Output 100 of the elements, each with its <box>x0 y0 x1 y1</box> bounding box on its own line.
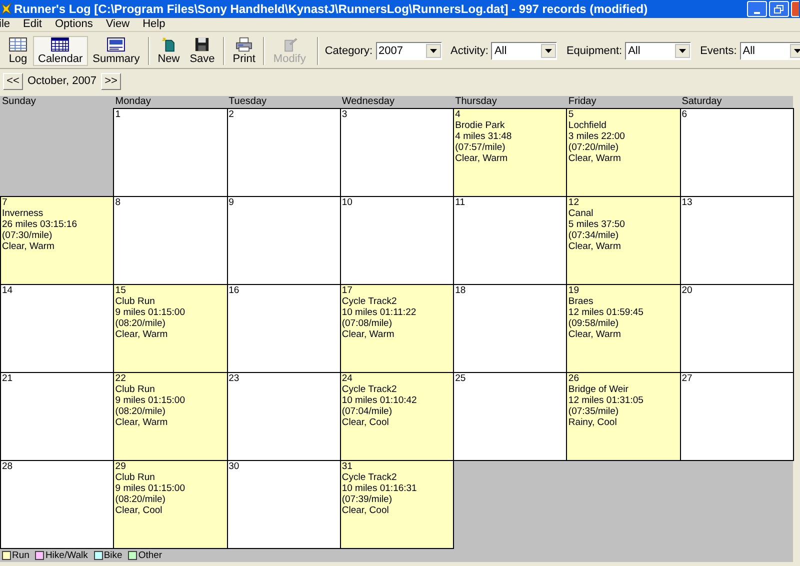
day-number: 8 <box>115 197 122 208</box>
day-cell[interactable]: 27 <box>680 372 794 461</box>
workout-detail: Bridge of Weir <box>568 384 630 395</box>
workout-detail: (07:04/mile) <box>342 406 394 417</box>
filter-dropdown[interactable]: 2007 <box>376 42 442 60</box>
printer-icon <box>234 37 254 52</box>
day-number: 14 <box>2 285 14 296</box>
day-cell[interactable]: 16 <box>226 284 341 373</box>
workout-detail: 10 miles 01:16:31 <box>342 483 418 494</box>
day-number: 22 <box>115 373 127 384</box>
day-cell[interactable]: 31 Cycle Track2 10 miles 01:16:31 (07:39/mile) Clear, Cool <box>340 460 454 549</box>
day-cell[interactable]: 22 Club Run 9 miles 01:15:00 (08:20/mile) Clear, Warm <box>113 372 228 461</box>
menu-item[interactable]: Options <box>54 19 93 30</box>
previous-month-button[interactable]: << <box>3 72 23 90</box>
day-number: 19 <box>568 285 580 296</box>
menu-item[interactable]: ile <box>0 19 10 30</box>
filter-dropdown[interactable]: All <box>740 42 800 60</box>
day-cell[interactable]: 4 Brodie Park 4 miles 31:48 (07:57/mile) Clear, Warm <box>453 108 568 197</box>
day-cell[interactable]: 19 Braes 12 miles 01:59:45 (09:58/mile) Clear, Warm <box>566 284 681 373</box>
day-cell[interactable]: 26 Bridge of Weir 12 miles 01:31:05 (07:35/mile) Rainy, Cool <box>566 372 681 461</box>
minimize-button[interactable] <box>747 1 767 17</box>
day-cell[interactable]: 25 <box>453 372 568 461</box>
workout-detail: Clear, Warm <box>568 153 622 164</box>
day-cell[interactable]: 30 <box>226 460 341 549</box>
day-number: 1 <box>115 109 122 120</box>
workout-detail: (08:20/mile) <box>115 318 166 329</box>
day-cell[interactable]: 10 <box>340 196 454 285</box>
workout-detail: Club Run <box>115 472 156 483</box>
day-cell[interactable]: 7 Inverness 26 miles 03:15:16 (07:30/mile) Clear, Warm <box>0 196 114 285</box>
day-cell[interactable]: 23 <box>226 372 341 461</box>
workout-detail: 5 miles 37:50 <box>568 219 626 230</box>
day-cell[interactable]: 21 <box>0 372 114 461</box>
workout-detail: (08:20/mile) <box>115 406 166 417</box>
workout-detail: Clear, Warm <box>568 241 622 252</box>
workout-detail: 9 miles 01:15:00 <box>115 395 186 406</box>
filter-label: Equipment: <box>566 44 622 59</box>
day-number: 24 <box>342 373 354 384</box>
day-number: 29 <box>115 461 127 472</box>
day-number: 18 <box>455 285 467 296</box>
workout-detail: 9 miles 01:15:00 <box>115 483 186 494</box>
toolbar-button[interactable]: Calendar <box>33 36 88 66</box>
day-cell[interactable]: 2 <box>226 108 341 197</box>
day-cell[interactable]: 18 <box>453 284 568 373</box>
workout-detail: Clear, Warm <box>455 153 509 164</box>
workout-detail: Clear, Warm <box>568 329 622 340</box>
restore-icon <box>774 4 784 14</box>
dropdown-arrow-icon <box>545 49 552 53</box>
filter-dropdown[interactable]: All <box>625 42 692 60</box>
toolbar-button[interactable]: Log <box>3 36 33 66</box>
day-number: 6 <box>682 109 688 120</box>
day-cell[interactable]: 15 Club Run 9 miles 01:15:00 (08:20/mile) Clear, Warm <box>113 284 228 373</box>
workout-detail: 9 miles 01:15:00 <box>115 307 186 318</box>
day-number: 3 <box>342 109 348 120</box>
day-cell[interactable]: 12 Canal 5 miles 37:50 (07:34/mile) Clear, Warm <box>566 196 681 285</box>
weekday-header: Monday <box>114 96 152 108</box>
dropdown-arrow-icon <box>794 49 800 53</box>
day-cell[interactable]: 28 <box>0 460 114 549</box>
menu-item[interactable]: Edit <box>23 19 42 30</box>
day-cell[interactable]: 14 <box>0 284 114 373</box>
day-number: 13 <box>682 197 694 208</box>
workout-detail: Club Run <box>115 384 156 395</box>
window-title: Runner's Log [C:\Program Files\Sony Handheld\KynastJ\RunnersLog\RunnersLog.dat] - 997 records (modified) <box>14 3 649 15</box>
minimize-icon <box>754 12 760 14</box>
workout-detail: Cycle Track2 <box>342 472 398 483</box>
menu-item[interactable]: View <box>106 19 130 30</box>
workout-detail: Lochfield <box>568 120 608 131</box>
day-cell[interactable]: 3 <box>340 108 454 197</box>
day-cell[interactable]: 13 <box>680 196 794 285</box>
toolbar-button[interactable]: Summary <box>88 36 145 66</box>
day-number: 7 <box>2 197 8 208</box>
filter-dropdown[interactable]: All <box>491 42 558 60</box>
day-number: 28 <box>2 461 14 472</box>
weekday-header: Saturday <box>680 96 723 108</box>
day-cell[interactable]: 6 <box>680 108 794 197</box>
day-cell[interactable]: 29 Club Run 9 miles 01:15:00 (08:20/mile) Clear, Cool <box>113 460 228 549</box>
toolbar-button[interactable]: Print <box>228 36 260 66</box>
workout-detail: Clear, Warm <box>342 329 396 340</box>
restore-button[interactable] <box>769 1 789 17</box>
toolbar-button[interactable]: Save <box>184 36 220 66</box>
close-button[interactable] <box>791 1 799 17</box>
day-cell[interactable]: 8 <box>113 196 228 285</box>
day-cell[interactable]: 17 Cycle Track2 10 miles 01:11:22 (07:08/mile) Clear, Warm <box>340 284 454 373</box>
day-cell[interactable]: 11 <box>453 196 568 285</box>
day-number: 20 <box>682 285 694 296</box>
day-number: 21 <box>2 373 14 384</box>
workout-detail: (07:34/mile) <box>568 230 620 241</box>
day-cell[interactable]: 20 <box>680 284 794 373</box>
weekday-header: Wednesday <box>340 96 396 108</box>
workout-detail: Clear, Cool <box>115 505 164 516</box>
filter-label: Events: <box>700 44 737 59</box>
day-cell[interactable]: 24 Cycle Track2 10 miles 01:10:42 (07:04/mile) Clear, Cool <box>340 372 454 461</box>
day-number: 10 <box>342 197 354 208</box>
workout-detail: (07:20/mile) <box>568 142 620 153</box>
menu-item[interactable]: Help <box>142 19 166 30</box>
day-cell[interactable]: 9 <box>226 196 341 285</box>
workout-detail: (07:30/mile) <box>2 230 54 241</box>
next-month-button[interactable]: >> <box>101 72 121 90</box>
toolbar-button[interactable]: New <box>152 36 185 66</box>
day-cell[interactable]: 5 Lochfield 3 miles 22:00 (07:20/mile) Clear, Warm <box>566 108 681 197</box>
day-cell[interactable]: 1 <box>113 108 228 197</box>
